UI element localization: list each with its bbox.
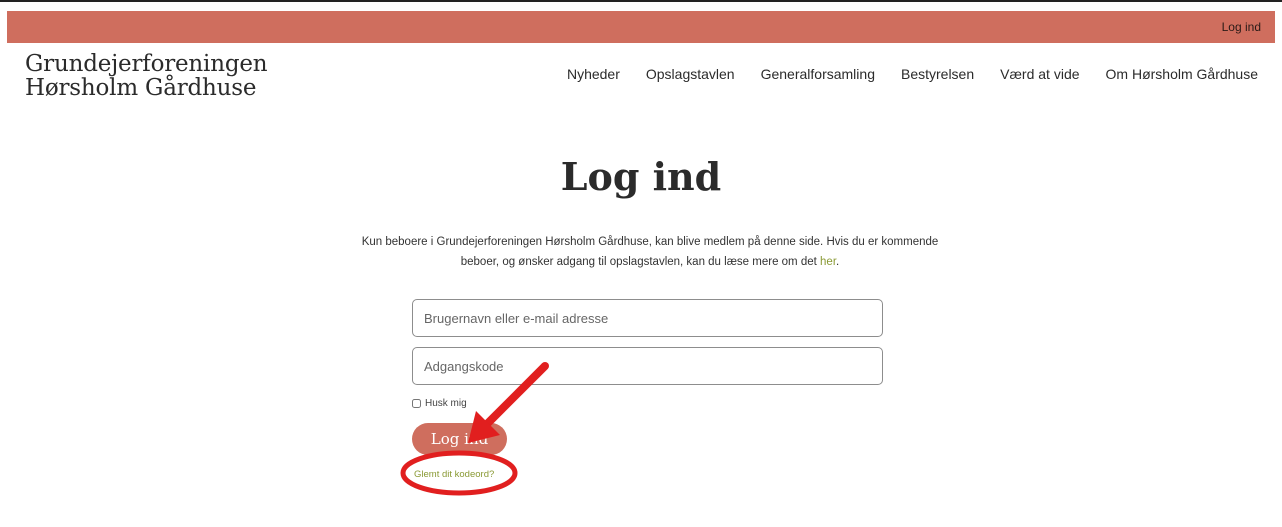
remember-me-label: Husk mig: [425, 398, 467, 409]
password-input[interactable]: [412, 347, 883, 385]
remember-me[interactable]: Husk mig: [412, 398, 467, 409]
intro-text: Kun beboere i Grundejerforeningen Hørsho…: [330, 232, 970, 272]
username-input[interactable]: [412, 299, 883, 337]
intro-here-link[interactable]: her: [820, 256, 836, 268]
login-button[interactable]: Log ind: [412, 423, 507, 455]
page-title: Log ind: [560, 154, 722, 199]
intro-line-2-text: beboer, og ønsker adgang til opslagstavl…: [460, 256, 821, 268]
intro-line-2: beboer, og ønsker adgang til opslagstavl…: [330, 252, 970, 272]
top-bar: Log ind: [7, 11, 1275, 43]
site-logo[interactable]: Grundejerforeningen Hørsholm Gårdhuse: [25, 51, 268, 101]
nav-item-opslagstavlen[interactable]: Opslagstavlen: [646, 66, 735, 82]
nav-item-om[interactable]: Om Hørsholm Gårdhuse: [1106, 66, 1258, 82]
nav-item-generalforsamling[interactable]: Generalforsamling: [761, 66, 875, 82]
remember-me-checkbox[interactable]: [412, 399, 421, 408]
intro-line-1: Kun beboere i Grundejerforeningen Hørsho…: [361, 236, 939, 248]
logo-line-1: Grundejerforeningen: [25, 51, 268, 77]
topbar-login-link[interactable]: Log ind: [1222, 20, 1261, 34]
nav-item-nyheder[interactable]: Nyheder: [567, 66, 620, 82]
intro-period: .: [836, 256, 840, 268]
main-nav: Nyheder Opslagstavlen Generalforsamling …: [567, 66, 1258, 82]
nav-item-bestyrelsen[interactable]: Bestyrelsen: [901, 66, 974, 82]
logo-line-2: Hørsholm Gårdhuse: [25, 75, 257, 101]
frame-top-border: [0, 0, 1282, 2]
forgot-password-link[interactable]: Glemt dit kodeord?: [414, 469, 494, 480]
nav-item-vaerd-at-vide[interactable]: Værd at vide: [1000, 66, 1079, 82]
